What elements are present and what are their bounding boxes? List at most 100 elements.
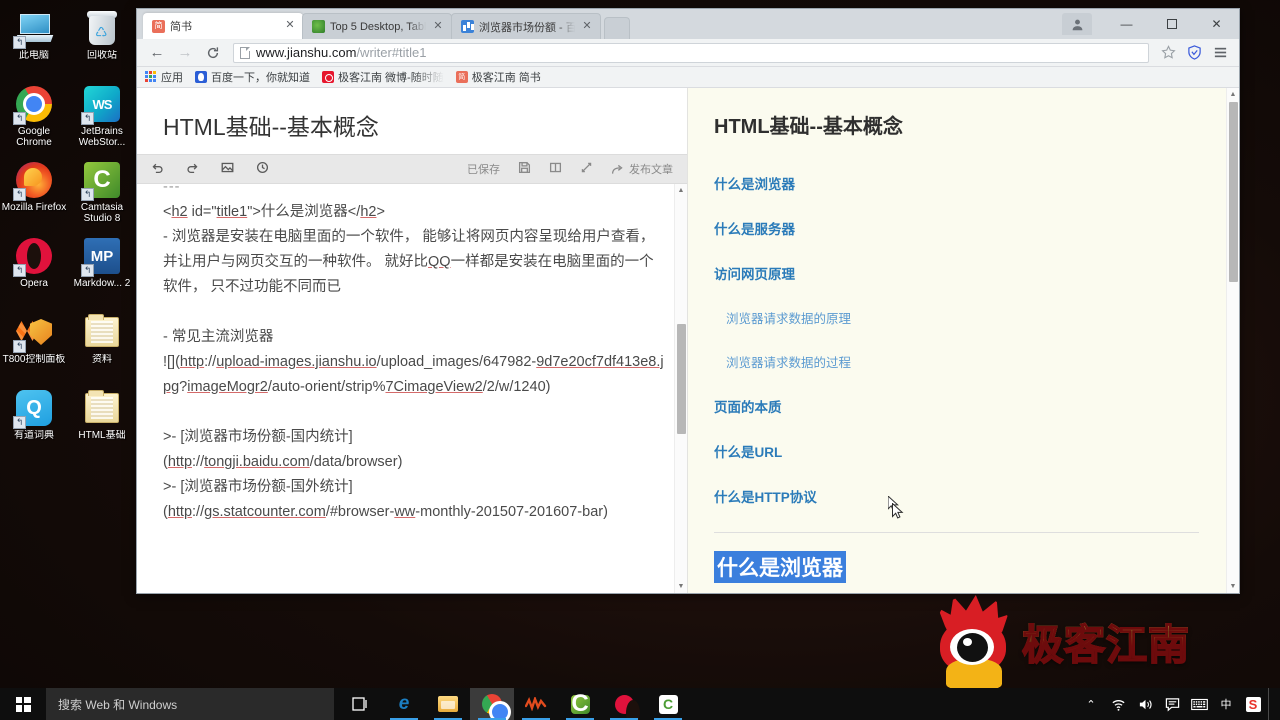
markdown-source-textarea[interactable]: --- <h2 id="title1">什么是浏览器</h2> - 浏览器是安装… (137, 184, 687, 593)
jianshu-favicon: 简 (456, 71, 468, 83)
url-host: www.jianshu.com (256, 45, 356, 60)
close-button[interactable]: ✕ (1194, 9, 1239, 39)
mouse-cursor-pointer (892, 503, 904, 520)
desktop-icon-google-chrome[interactable]: Google Chrome (0, 80, 68, 156)
desktop-icon-this-pc[interactable]: 此电脑 (0, 4, 68, 80)
file-explorer-button[interactable] (426, 688, 470, 720)
taskbar-search-box[interactable]: 搜索 Web 和 Windows (46, 688, 334, 720)
columns-icon (549, 161, 562, 174)
back-button[interactable]: ← (145, 41, 169, 65)
desktop-icon-webstorm[interactable]: WS JetBrains WebStor... (68, 80, 136, 156)
markdownpad-icon: MP (82, 236, 122, 276)
toc-link-visit-principle[interactable]: 访问网页原理 (714, 263, 1199, 283)
desktop-icon-label: 资料 (69, 354, 135, 365)
toc-link-url[interactable]: 什么是URL (714, 441, 1199, 461)
task-view-button[interactable] (338, 688, 382, 720)
toc-link-http[interactable]: 什么是HTTP协议 (714, 486, 1199, 506)
shortcut-overlay-icon (81, 112, 94, 125)
desktop-icon-youdao-dict[interactable]: 有道词典 (0, 384, 68, 460)
volume-icon (1138, 697, 1153, 712)
desktop-icon-label: 有道词典 (1, 430, 67, 441)
saved-status: 已保存 (467, 161, 500, 177)
save-icon (518, 161, 531, 174)
editor-line: >- [浏览器市场份额-国外统计] (163, 475, 665, 500)
desktop-icon-html-folder[interactable]: HTML基础 (68, 384, 136, 460)
bookmark-apps[interactable]: 应用 (145, 69, 183, 85)
minimize-button[interactable]: — (1104, 9, 1149, 39)
desktop-icon-recycle-bin[interactable]: ♺ 回收站 (68, 4, 136, 80)
save-button[interactable] (518, 161, 531, 177)
start-button[interactable] (0, 688, 46, 720)
tab-close-icon[interactable]: ✕ (580, 20, 594, 34)
security-extension-button[interactable] (1183, 42, 1205, 64)
bookmark-star-button[interactable] (1157, 42, 1179, 64)
tab-jianshu[interactable]: 简 简书 ✕ (143, 13, 303, 39)
squiggle-app-button[interactable] (514, 688, 558, 720)
watermark-text: 极客江南 (1022, 611, 1190, 671)
chrome-button[interactable] (470, 688, 514, 720)
desktop-icon-opera[interactable]: Opera (0, 232, 68, 308)
scroll-up-arrow-icon[interactable]: ▲ (675, 184, 687, 197)
network-button[interactable] (1106, 688, 1130, 720)
baidu-favicon (195, 71, 207, 83)
undo-button[interactable] (151, 161, 164, 177)
history-button[interactable] (256, 161, 269, 177)
tab-baidu-tongji[interactable]: 浏览器市场份额 - 百度统 ✕ (451, 13, 601, 39)
address-bar[interactable]: www.jianshu.com/writer#title1 (233, 43, 1149, 63)
markdown-preview-pane: HTML基础--基本概念 什么是浏览器 什么是服务器 访问网页原理 浏览器请求数… (688, 88, 1239, 593)
toc-link-request-principle[interactable]: 浏览器请求数据的原理 (714, 308, 1199, 327)
folder-icon (82, 388, 122, 428)
desktop-icon-mozilla-firefox[interactable]: Mozilla Firefox (0, 156, 68, 232)
maximize-button[interactable] (1149, 9, 1194, 39)
editor-scrollbar[interactable]: ▲ ▼ (674, 184, 687, 593)
ime-language-button[interactable]: 中 (1214, 688, 1238, 720)
shortcut-overlay-icon (81, 188, 94, 201)
opera-button[interactable] (602, 688, 646, 720)
editor-scrollbar-thumb[interactable] (677, 324, 686, 434)
desktop-icon-camtasia[interactable]: Camtasia Studio 8 (68, 156, 136, 232)
desktop-icon-markdownpad[interactable]: MP Markdow... 2 (68, 232, 136, 308)
redo-button[interactable] (186, 161, 199, 177)
forward-button[interactable]: → (173, 41, 197, 65)
document-title-input[interactable]: HTML基础--基本概念 (137, 88, 687, 154)
preview-scrollbar-thumb[interactable] (1229, 102, 1238, 282)
profile-avatar-button[interactable] (1062, 13, 1092, 35)
new-tab-button[interactable] (604, 17, 630, 39)
tab-close-icon[interactable]: ✕ (431, 20, 445, 34)
desktop-icon-t800-control-panel[interactable]: T800控制面板 (0, 308, 68, 384)
volume-button[interactable] (1133, 688, 1157, 720)
publish-article-button[interactable]: 发布文章 (611, 161, 673, 177)
task-view-icon (352, 697, 368, 711)
camtasia-recorder-button[interactable]: C (646, 688, 690, 720)
scroll-up-arrow-icon[interactable]: ▲ (1227, 88, 1239, 101)
edge-button[interactable]: e (382, 688, 426, 720)
show-desktop-button[interactable] (1268, 688, 1274, 720)
preview-scrollbar[interactable]: ▲ ▼ (1226, 88, 1239, 593)
shortcut-overlay-icon (81, 264, 94, 277)
bookmark-jianshu[interactable]: 简 极客江南 简书 (456, 69, 541, 85)
bookmark-baidu[interactable]: 百度一下，你就知道 (195, 69, 310, 85)
tab-statcounter[interactable]: Top 5 Desktop, Tablet ✕ (302, 13, 452, 39)
toc-link-browser[interactable]: 什么是浏览器 (714, 173, 1199, 193)
toc-link-request-process[interactable]: 浏览器请求数据的过程 (714, 352, 1199, 371)
camtasia-button[interactable] (558, 688, 602, 720)
folder-icon (82, 312, 122, 352)
sogou-ime-button[interactable]: S (1241, 688, 1265, 720)
action-center-button[interactable] (1160, 688, 1184, 720)
browser-toolbar: ← → www.jianshu.com/writer#title1 (137, 39, 1239, 67)
desktop-icon-ziliao-folder[interactable]: 资料 (68, 308, 136, 384)
chrome-menu-button[interactable] (1209, 42, 1231, 64)
show-hidden-icons-button[interactable]: ⌃ (1079, 688, 1103, 720)
toc-link-server[interactable]: 什么是服务器 (714, 218, 1199, 238)
bookmark-weibo[interactable]: 极客江南 微博-随时随 (322, 69, 444, 85)
scroll-down-arrow-icon[interactable]: ▼ (675, 580, 687, 593)
desktop-icon-label: HTML基础 (69, 430, 135, 441)
touch-keyboard-button[interactable] (1187, 688, 1211, 720)
reload-button[interactable] (201, 41, 225, 65)
split-view-button[interactable] (549, 161, 562, 177)
insert-image-button[interactable] (221, 161, 234, 177)
tab-close-icon[interactable]: ✕ (283, 19, 297, 33)
hamburger-menu-icon (1213, 45, 1228, 60)
toc-link-page-essence[interactable]: 页面的本质 (714, 396, 1199, 416)
fullscreen-button[interactable] (580, 161, 593, 177)
